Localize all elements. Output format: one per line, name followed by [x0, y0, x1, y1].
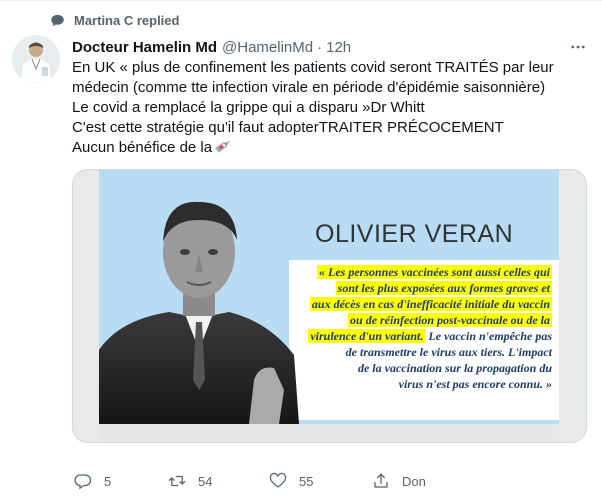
reply-button[interactable]: 5: [74, 472, 111, 490]
share-icon: [372, 472, 390, 490]
image-quote: « Les personnes vaccinées sont aussi cel…: [267, 264, 552, 392]
quote-highlight: aux décès en cas d'inefficacité initiale…: [309, 297, 552, 311]
quote-line: ou de réinfection post-vaccinale ou de l…: [267, 312, 552, 328]
quote-highlight: ou de réinfection post-vaccinale ou de l…: [348, 313, 552, 327]
reply-context-text[interactable]: Martina C replied: [74, 13, 179, 28]
tweet-header: Docteur Hamelin Md @HamelinMd · 12h: [72, 37, 562, 57]
avatar[interactable]: [12, 35, 60, 83]
tweet-text: En UK « plus de confinement les patients…: [72, 58, 587, 160]
reply-context: Martina C replied: [48, 11, 179, 29]
separator-dot: ·: [317, 38, 323, 56]
retweet-icon: [168, 472, 186, 490]
heart-icon: [269, 472, 287, 490]
tweet-line: En UK « plus de confinement les patients…: [72, 59, 554, 76]
image-headline: OLIVIER VERAN: [315, 220, 514, 248]
quote-line: de transmettre le virus aux tiers. L'imp…: [345, 345, 552, 359]
image-content: OLIVIER VERAN « Les personnes vaccinées …: [99, 170, 559, 442]
like-count: 55: [299, 473, 314, 489]
reply-icon: [74, 472, 92, 490]
tweet-actions: 5 54 55 Don: [72, 471, 492, 491]
quote-line: de la vaccination sur la propagation du: [357, 361, 552, 375]
retweet-count: 54: [198, 473, 213, 489]
syringe-icon: [214, 138, 232, 160]
tweet-line: médecin (comme tte infection virale en p…: [72, 79, 546, 96]
share-label: Don: [402, 473, 426, 489]
quote-highlight: « Les personnes vaccinées sont aussi cel…: [317, 265, 552, 279]
quote-text: Le vaccin n'empêche pas: [428, 329, 552, 343]
image-bottom-strip: [99, 424, 559, 442]
retweet-button[interactable]: 54: [168, 472, 212, 490]
more-options-icon[interactable]: [568, 37, 588, 57]
tweet-card[interactable]: Martina C replied Docteur Hamelin Md @Ha…: [0, 0, 602, 502]
tweet-line-last: Aucun bénéfice de la: [72, 138, 587, 160]
share-button[interactable]: Don: [372, 472, 426, 490]
quote-line: sont les plus exposées aux formes graves…: [267, 280, 552, 296]
speech-bubble-icon: [48, 11, 66, 29]
quote-line: virulence d'un variant. Le vaccin n'empê…: [267, 328, 552, 344]
quote-highlight: virulence d'un variant.: [308, 329, 426, 343]
quote-line: aux décès en cas d'inefficacité initiale…: [267, 296, 552, 312]
tweet-line: Le covid a remplacé la grippe qui a disp…: [72, 99, 425, 116]
quote-line: virus n'est pas encore connu. »: [398, 377, 552, 391]
like-button[interactable]: 55: [269, 472, 313, 490]
quote-line: « Les personnes vaccinées sont aussi cel…: [267, 264, 552, 280]
tweet-line: C'est cette stratégie qu'il faut adopter…: [72, 119, 504, 136]
user-handle[interactable]: @HamelinMd: [222, 39, 313, 56]
quote-highlight: sont les plus exposées aux formes graves…: [335, 281, 552, 295]
reply-count: 5: [104, 473, 112, 489]
tweet-line-text: Aucun bénéfice de la: [72, 139, 213, 156]
tweet-image[interactable]: OLIVIER VERAN « Les personnes vaccinées …: [72, 169, 587, 443]
tweet-time[interactable]: 12h: [326, 39, 351, 56]
display-name[interactable]: Docteur Hamelin Md: [72, 39, 217, 56]
